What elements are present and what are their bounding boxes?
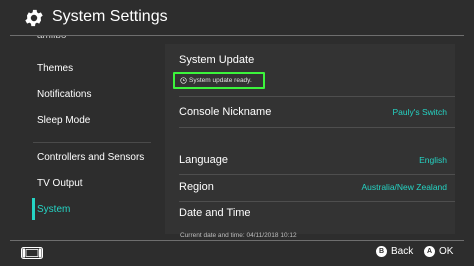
sidebar: amiibo Themes Notifications Sleep Mode C…: [0, 36, 152, 240]
language-value: English: [419, 155, 447, 165]
sidebar-divider: [33, 142, 151, 143]
back-button[interactable]: B Back: [376, 246, 413, 257]
system-update-status-text: System update ready.: [189, 77, 252, 84]
console-icon: [21, 247, 43, 259]
current-date-time: Current date and time: 04/11/2018 10:12: [180, 232, 297, 239]
language-label: Language: [179, 154, 228, 166]
region-value: Australia/New Zealand: [361, 182, 447, 192]
b-button-icon: B: [376, 246, 387, 257]
system-update-row[interactable]: System Update: [165, 48, 455, 74]
sidebar-item-sleep-mode[interactable]: Sleep Mode: [37, 115, 90, 126]
sidebar-item-system[interactable]: System: [37, 204, 70, 215]
header: System Settings: [0, 0, 474, 34]
a-button-icon: A: [424, 246, 435, 257]
selection-indicator: [32, 198, 35, 220]
ok-button[interactable]: A OK: [424, 246, 453, 257]
region-row[interactable]: Region Australia/New Zealand: [165, 175, 455, 201]
date-time-label: Date and Time: [179, 207, 251, 219]
region-label: Region: [179, 181, 214, 193]
sidebar-item-controllers[interactable]: Controllers and Sensors: [37, 152, 144, 163]
gear-icon: [25, 9, 43, 27]
settings-panel: System Update System update ready. Conso…: [152, 36, 464, 240]
sidebar-item-amiibo[interactable]: amiibo: [37, 36, 66, 41]
sidebar-item-notifications[interactable]: Notifications: [37, 89, 91, 100]
console-nickname-row[interactable]: Console Nickname Pauly's Switch: [165, 100, 455, 126]
system-update-status[interactable]: System update ready.: [173, 72, 265, 89]
row-divider: [179, 127, 455, 128]
clock-icon: [180, 77, 187, 84]
language-row[interactable]: Language English: [165, 148, 455, 174]
console-nickname-value: Pauly's Switch: [392, 107, 447, 117]
row-divider: [179, 96, 455, 97]
page-title: System Settings: [52, 8, 168, 25]
date-time-row[interactable]: Date and Time: [165, 201, 455, 227]
ok-label: OK: [439, 246, 454, 257]
system-update-label: System Update: [179, 54, 255, 66]
footer: B Back A OK: [0, 241, 474, 266]
console-nickname-label: Console Nickname: [179, 106, 272, 118]
sidebar-item-tv-output[interactable]: TV Output: [37, 178, 83, 189]
back-label: Back: [391, 246, 414, 257]
sidebar-item-themes[interactable]: Themes: [37, 63, 73, 74]
